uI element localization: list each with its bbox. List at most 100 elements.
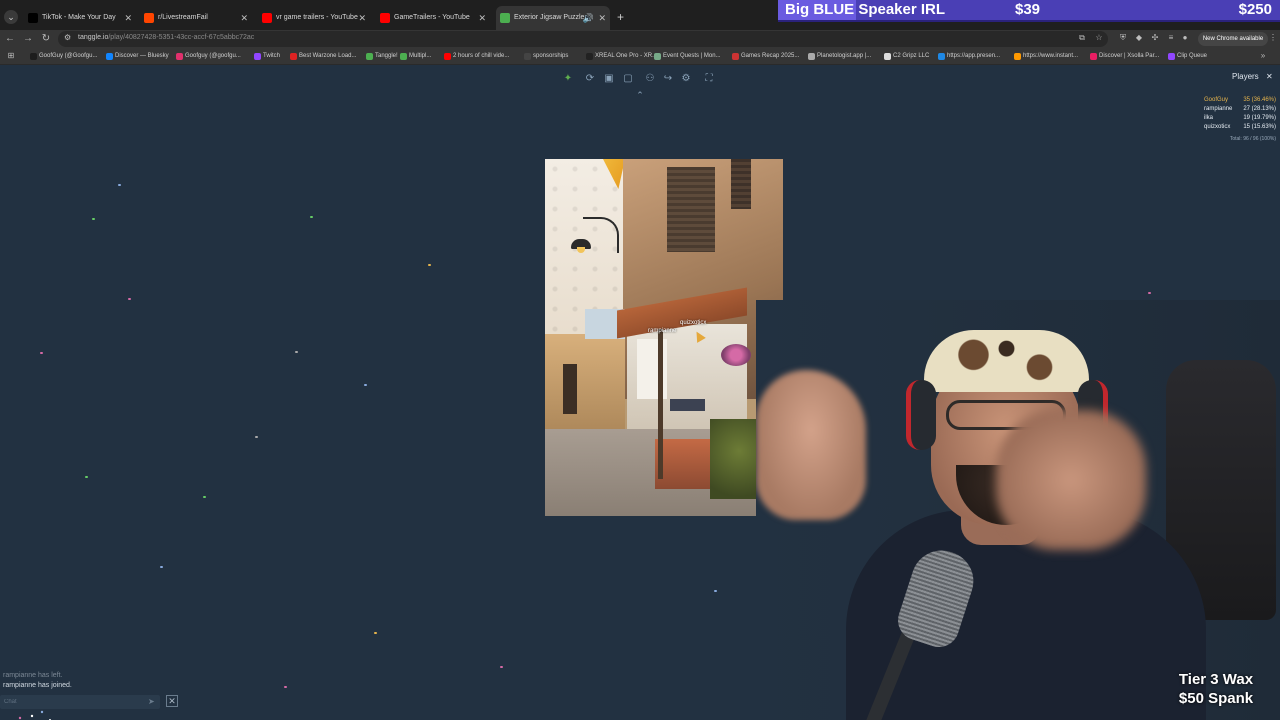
bookmark-item[interactable]: Discover | Xsolla Par... xyxy=(1090,51,1159,62)
address-bar[interactable]: ⚙ tanggle.io/play/40827428-5351-43cc-acc… xyxy=(58,31,1108,47)
media-icon[interactable]: ≡ xyxy=(1166,33,1176,43)
confetti-piece xyxy=(92,218,95,220)
player-score: 15 (15.63%) xyxy=(1243,124,1276,130)
chat-message: rampianne has joined. xyxy=(3,682,72,689)
bookmark-item[interactable]: XREAL One Pro - XR... xyxy=(586,51,657,62)
bookmark-item[interactable]: C2 Gripz LLC xyxy=(884,51,929,62)
settings-gear-icon[interactable]: ⚙ xyxy=(678,71,694,87)
bookmark-label: Best Warzone Load... xyxy=(299,53,357,59)
puzzle-board[interactable] xyxy=(545,159,783,516)
bookmark-item[interactable]: Twitch xyxy=(254,51,280,62)
bookmark-item[interactable]: Event Quests | Mon... xyxy=(654,51,721,62)
bookmark-item[interactable]: Best Warzone Load... xyxy=(290,51,356,62)
bookmark-label: Event Quests | Mon... xyxy=(663,53,721,59)
bookmark-label: https://www.instant... xyxy=(1023,53,1079,59)
player-score: 35 (36.46%) xyxy=(1243,97,1276,103)
close-icon[interactable]: ✕ xyxy=(598,6,606,30)
bookmark-label: Twitch xyxy=(263,53,281,59)
puzzle-image-stairs xyxy=(655,439,715,489)
bookmark-favicon-icon xyxy=(254,53,261,60)
puzzle-image-post xyxy=(658,329,663,479)
bookmark-item[interactable]: Clip Queue xyxy=(1168,51,1207,62)
tab-gametrailers[interactable]: GameTrailers - YouTube ✕ xyxy=(376,8,490,28)
shuffle-icon[interactable]: ⟳ xyxy=(582,71,598,87)
tab-tiktok[interactable]: TikTok - Make Your Day ✕ xyxy=(24,8,136,28)
chat-input[interactable] xyxy=(4,697,144,707)
tanggle-icon xyxy=(500,13,510,23)
player-name: rampianne xyxy=(1204,106,1233,112)
bookmark-label: https://app.presen... xyxy=(947,53,1001,59)
back-button[interactable]: ← xyxy=(4,32,16,46)
confetti-piece xyxy=(118,184,121,186)
chat-input-box: ➤ xyxy=(0,695,160,709)
reddit-icon xyxy=(144,13,154,23)
player-score: 19 (19.79%) xyxy=(1243,115,1276,121)
background-icon[interactable]: ▢ xyxy=(620,71,636,87)
close-icon[interactable]: ✕ xyxy=(240,8,248,28)
forward-button[interactable]: → xyxy=(22,32,34,46)
send-icon[interactable]: ➤ xyxy=(148,697,155,706)
chat-close-button[interactable]: ✕ xyxy=(166,695,178,707)
bookmark-favicon-icon xyxy=(1168,53,1175,60)
tab-vr-trailers[interactable]: vr game trailers - YouTube ✕ xyxy=(258,8,370,28)
bookmark-item[interactable]: Games Recap 2025... xyxy=(732,51,799,62)
bookmark-item[interactable]: https://www.instant... xyxy=(1014,51,1078,62)
tab-jigsaw-puzzle[interactable]: Exterior Jigsaw Puzzle 🔊 ✕ xyxy=(496,6,610,33)
install-icon[interactable]: ⧉ xyxy=(1077,33,1087,43)
bookmark-label: C2 Gripz LLC xyxy=(893,53,930,59)
more-bookmarks-icon[interactable]: » xyxy=(1258,51,1268,61)
extensions-puzzle-icon[interactable]: ✣ xyxy=(1150,33,1160,43)
bookmark-item[interactable]: 2 hours of chill vide... xyxy=(444,51,509,62)
chrome-update-button[interactable]: New Chrome available xyxy=(1198,32,1268,46)
webcam-person-hand xyxy=(756,370,866,520)
apps-grid-icon[interactable]: ⊞ xyxy=(6,51,16,61)
bookmark-favicon-icon xyxy=(1090,53,1097,60)
bookmark-label: Games Recap 2025... xyxy=(741,53,800,59)
puzzle-image-bench xyxy=(670,399,705,411)
audio-icon[interactable]: 🔊 xyxy=(583,6,594,30)
bookmark-item[interactable]: sponsorships xyxy=(524,51,568,62)
bookmark-item[interactable]: https://app.presen... xyxy=(938,51,1000,62)
bookmark-star-icon[interactable]: ☆ xyxy=(1094,33,1104,43)
close-icon[interactable]: ✕ xyxy=(478,8,486,28)
bookmark-item[interactable]: Tanggle! xyxy=(366,51,398,62)
bookmarks-bar: ⊞ » GoofGuy (@Goofgu... Discover — Bluesk… xyxy=(0,48,1280,65)
kebab-menu-icon[interactable]: ⋮ xyxy=(1268,33,1278,43)
tab-livestreamfail[interactable]: r/LivestreamFail ✕ xyxy=(140,8,252,28)
preview-image-icon[interactable]: ▣ xyxy=(601,71,617,87)
new-tab-button[interactable]: + xyxy=(617,10,624,24)
close-icon[interactable]: ✕ xyxy=(358,8,366,28)
confetti-piece xyxy=(255,436,258,438)
puzzle-piece-icon[interactable]: ✦ xyxy=(560,71,576,87)
tab-search-button[interactable]: ⌄ xyxy=(4,10,18,24)
share-icon[interactable]: ↪ xyxy=(660,71,676,87)
bookmark-item[interactable]: Goofguy (@goofgu... xyxy=(176,51,241,62)
tab-label: Exterior Jigsaw Puzzle xyxy=(514,14,585,21)
collapse-toolbar-icon[interactable]: ⌃ xyxy=(634,90,646,100)
bookmark-item[interactable]: Discover — Bluesky xyxy=(106,51,169,62)
profile-icon[interactable]: ● xyxy=(1180,33,1190,43)
bookmark-item[interactable]: GoofGuy (@Goofgu... xyxy=(30,51,97,62)
puzzle-image-house xyxy=(545,334,625,444)
close-icon[interactable]: ✕ xyxy=(1266,72,1273,81)
confetti-piece xyxy=(160,566,163,568)
extension-icon[interactable]: ◆ xyxy=(1134,33,1144,43)
confetti-piece xyxy=(374,632,377,634)
close-icon[interactable]: ✕ xyxy=(124,8,132,28)
players-icon[interactable]: ⚇ xyxy=(642,71,658,87)
confetti-piece xyxy=(1148,292,1151,294)
puzzle-image-door xyxy=(563,364,577,414)
puzzle-image-flowers xyxy=(721,344,751,366)
player-name: ilka xyxy=(1204,115,1214,121)
bookmark-item[interactable]: Planetologist.app |... xyxy=(808,51,871,62)
stream-goal-banner: Big BLUE Speaker IRL $39 $250 xyxy=(778,0,1280,22)
site-info-icon[interactable]: ⚙ xyxy=(64,33,71,42)
url-path: /play/40827428-5351-43cc-accf-67c5abbc72… xyxy=(108,34,255,41)
goal-target: $250 xyxy=(1238,1,1272,18)
webcam-person-bandana xyxy=(924,330,1089,392)
bookmark-item[interactable]: Multipl... xyxy=(400,51,431,62)
fullscreen-icon[interactable]: ⛶ xyxy=(701,71,717,87)
reload-button[interactable]: ↻ xyxy=(40,32,52,46)
screen: ⌄ TikTok - Make Your Day ✕ r/LivestreamF… xyxy=(0,0,1280,720)
extension-shield-icon[interactable]: ⛨ xyxy=(1118,33,1128,43)
